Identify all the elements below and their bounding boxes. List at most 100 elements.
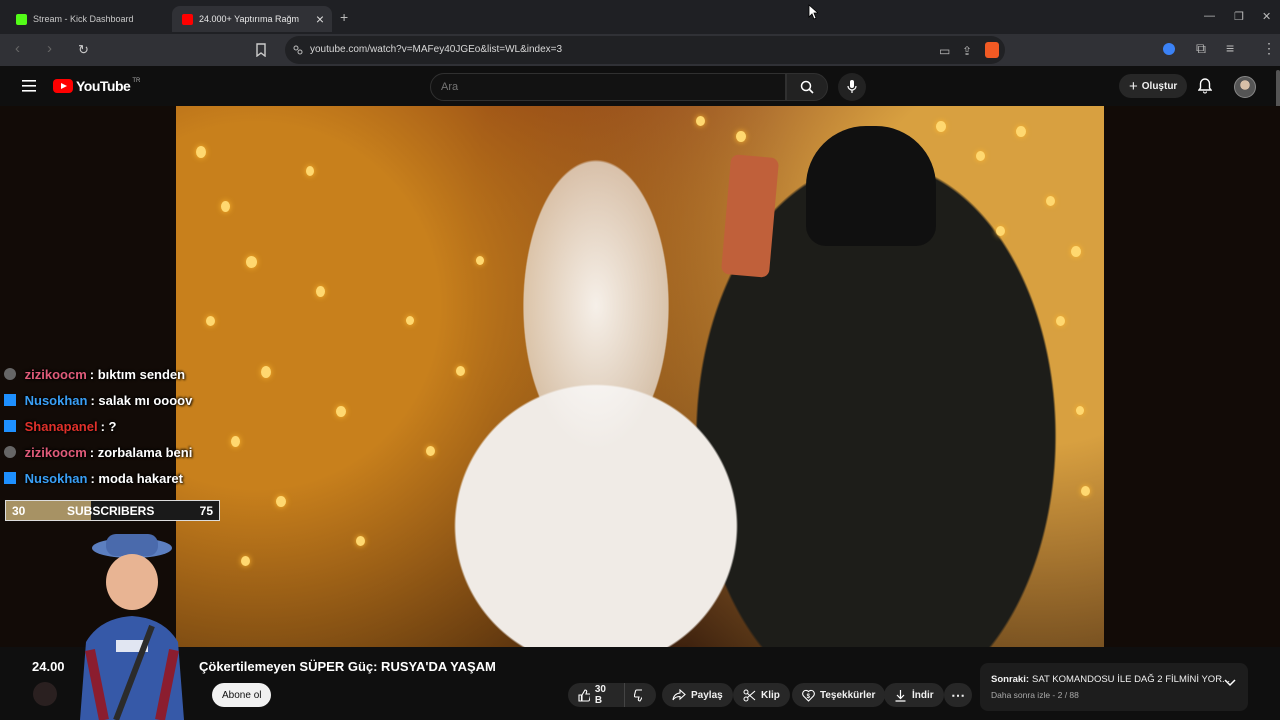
youtube-icon <box>182 13 193 25</box>
video-title: Çökertilemeyen SÜPER Güç: RUSYA'DA YAŞAM <box>199 659 496 674</box>
logo-text: YouTube <box>76 78 131 94</box>
logo-region: TR <box>132 78 141 84</box>
kick-icon <box>16 13 27 25</box>
share-button[interactable]: Paylaş <box>662 683 733 707</box>
bot-badge-icon <box>4 394 16 406</box>
address-bar[interactable]: youtube.com/watch?v=MAFey40JGEo&list=WL&… <box>285 36 1005 64</box>
youtube-play-icon <box>53 79 73 93</box>
chat-username: zizikoocm <box>24 445 87 460</box>
download-label: İndir <box>912 689 934 701</box>
phone-in-video <box>720 154 780 278</box>
chat-message: Nusokhan: salak mı oooov <box>4 393 192 408</box>
scissors-icon <box>743 689 756 701</box>
tab-kick-dashboard[interactable]: Stream - Kick Dashboard <box>6 6 172 32</box>
user-badge-icon <box>4 446 16 458</box>
notifications-bell-icon[interactable] <box>1198 78 1212 94</box>
tab-label: Stream - Kick Dashboard <box>33 14 134 24</box>
clip-label: Klip <box>761 689 780 701</box>
chat-message: zizikoocm: bıktım senden <box>4 367 185 382</box>
like-count: 30 B <box>594 684 606 706</box>
like-button[interactable]: 30 B <box>568 683 624 707</box>
account-avatar[interactable] <box>1234 76 1256 98</box>
subscriber-goal-bar: 30 SUBSCRIBERS 75 <box>5 500 220 521</box>
thanks-label: Teşekkürler <box>820 689 876 701</box>
bot-badge-icon <box>4 472 16 484</box>
chat-text: : bıktım senden <box>89 367 186 382</box>
chat-text: : moda hakaret <box>90 471 183 486</box>
close-icon[interactable]: × <box>316 11 324 27</box>
more-horizontal-icon: ⋯ <box>951 686 965 703</box>
tab-label: 24.000+ Yaptırıma Rağmen <box>199 14 299 24</box>
reload-icon[interactable]: ↻ <box>78 42 89 58</box>
thanks-button[interactable]: $ Teşekkürler <box>792 683 886 707</box>
super-thanks-icon: $ <box>802 689 815 702</box>
chat-text: : zorbalama beni <box>89 445 193 460</box>
download-button[interactable]: İndir <box>884 683 944 707</box>
thumbs-down-icon <box>634 688 642 702</box>
create-button[interactable]: + Oluştur <box>1119 74 1188 98</box>
restore-icon[interactable]: ❐ <box>1234 10 1244 23</box>
forward-icon[interactable]: › <box>47 40 52 57</box>
share-arrow-icon <box>672 689 686 701</box>
site-info-icon[interactable] <box>293 45 303 55</box>
up-next-subtitle: Daha sonra izle - 2 / 88 <box>991 690 1079 700</box>
brave-shield-icon[interactable] <box>985 42 999 58</box>
chat-username: Nusokhan <box>24 393 88 408</box>
clip-button[interactable]: Klip <box>733 683 790 707</box>
cast-icon[interactable]: ▭ <box>939 44 950 58</box>
youtube-logo[interactable]: YouTube TR <box>53 78 140 94</box>
hamburger-menu-icon[interactable] <box>22 80 36 92</box>
subscriber-goal-target: 75 <box>199 504 213 518</box>
youtube-header: YouTube TR + Oluştur <box>0 66 1280 106</box>
voice-search-button[interactable] <box>838 73 866 101</box>
channel-avatar[interactable] <box>33 682 57 706</box>
video-player[interactable] <box>176 106 1104 647</box>
media-playlist-icon[interactable]: ≡ <box>1226 40 1234 56</box>
tab-youtube-video[interactable]: 24.000+ Yaptırıma Rağmen × <box>172 6 332 32</box>
back-icon[interactable]: ‹ <box>15 40 20 57</box>
chat-text: : ? <box>100 419 117 434</box>
chat-username: Nusokhan <box>24 471 88 486</box>
chat-message: zizikoocm: zorbalama beni <box>4 445 192 460</box>
menu-kebab-icon[interactable]: ⋮ <box>1262 40 1276 57</box>
chat-username: Shanapanel <box>24 419 98 434</box>
beanie-in-video <box>806 126 936 246</box>
new-tab-plus-icon[interactable]: + <box>340 9 348 25</box>
browser-tab-strip: Stream - Kick Dashboard 24.000+ Yaptırım… <box>0 0 1280 34</box>
chat-text: : salak mı oooov <box>90 393 193 408</box>
streamer-webcam-overlay <box>80 534 184 720</box>
download-icon <box>895 689 906 702</box>
microphone-icon <box>847 80 857 93</box>
dislike-button[interactable] <box>624 683 656 707</box>
extension-icon[interactable] <box>1163 43 1175 55</box>
subscribe-button[interactable]: Abone ol <box>212 683 272 707</box>
more-actions-button[interactable]: ⋯ <box>944 683 972 707</box>
chat-message: Shanapanel: ? <box>4 419 116 434</box>
search-button[interactable] <box>786 73 828 101</box>
search-input[interactable] <box>431 74 785 100</box>
up-next-title-row: Sonraki: SAT KOMANDOSU İLE DAĞ 2 FİLMİNİ … <box>991 674 1230 685</box>
minimize-icon[interactable]: — <box>1204 10 1215 22</box>
bot-badge-icon <box>4 420 16 432</box>
share-label: Paylaş <box>691 689 723 701</box>
extensions-puzzle-icon[interactable]: ⧉ <box>1196 40 1206 57</box>
search-icon <box>800 80 814 94</box>
browser-toolbar: ‹ › ↻ youtube.com/watch?v=MAFey40JGEo&li… <box>0 34 1280 66</box>
up-next-panel[interactable]: Sonraki: SAT KOMANDOSU İLE DAĞ 2 FİLMİNİ … <box>980 663 1248 711</box>
chat-message: Nusokhan: moda hakaret <box>4 471 183 486</box>
mouse-cursor-icon <box>808 4 818 20</box>
user-badge-icon <box>4 368 16 380</box>
subscriber-goal-label: SUBSCRIBERS <box>67 504 155 518</box>
chat-username: zizikoocm <box>24 367 87 382</box>
create-label: Oluştur <box>1141 80 1178 92</box>
close-window-icon[interactable]: ✕ <box>1262 10 1271 23</box>
up-next-prefix: Sonraki: <box>991 674 1030 685</box>
subscriber-goal-current: 30 <box>12 504 26 518</box>
thumbs-up-icon <box>578 688 590 702</box>
search-box <box>430 73 786 101</box>
subscribe-label: Abone ol <box>222 689 262 701</box>
up-next-title: SAT KOMANDOSU İLE DAĞ 2 FİLMİNİ YOR... <box>1032 674 1230 685</box>
bookmark-icon[interactable] <box>255 43 267 57</box>
chevron-down-icon[interactable] <box>1224 679 1236 687</box>
share-icon[interactable]: ⇪ <box>962 44 972 58</box>
